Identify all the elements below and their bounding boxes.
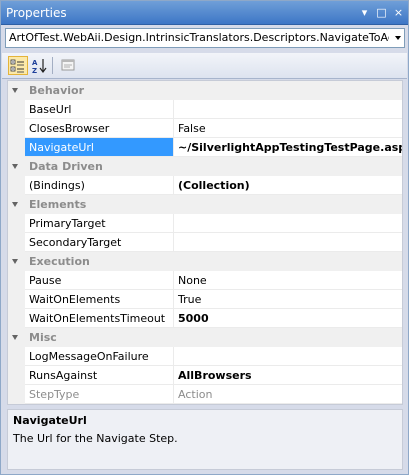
property-grid: Behavior BaseUrl ClosesBrowser False Nav… — [7, 80, 403, 405]
property-name[interactable]: WaitOnElements — [25, 290, 174, 309]
property-pages-icon — [61, 59, 75, 71]
properties-window: Properties ▾ □ × ArtOfTest.WebAii.Design… — [0, 0, 409, 475]
property-name[interactable]: LogMessageOnFailure — [25, 347, 174, 366]
category-label: Behavior — [29, 84, 85, 97]
property-row-bindings[interactable]: (Bindings) (Collection) — [8, 176, 402, 195]
property-value[interactable]: AllBrowsers — [174, 366, 402, 385]
row-gutter — [8, 214, 25, 233]
category-data-driven[interactable]: Data Driven — [8, 157, 402, 176]
close-icon[interactable]: × — [392, 6, 405, 19]
categorized-icon — [10, 59, 24, 73]
property-name-selected[interactable]: NavigateUrl — [25, 138, 174, 157]
property-name[interactable]: WaitOnElementsTimeout — [25, 309, 174, 328]
property-name[interactable]: PrimaryTarget — [25, 214, 174, 233]
property-name[interactable]: StepType — [25, 385, 174, 404]
category-label: Elements — [29, 198, 87, 211]
collapse-triangle-icon[interactable] — [12, 259, 18, 264]
property-row-runsagainst[interactable]: RunsAgainst AllBrowsers — [8, 366, 402, 385]
title-bar[interactable]: Properties ▾ □ × — [1, 1, 408, 25]
category-label: Misc — [29, 331, 57, 344]
property-name[interactable]: Pause — [25, 271, 174, 290]
row-gutter — [8, 347, 25, 366]
property-pages-button[interactable] — [58, 56, 78, 75]
property-name[interactable]: RunsAgainst — [25, 366, 174, 385]
property-row-closesbrowser[interactable]: ClosesBrowser False — [8, 119, 402, 138]
property-value[interactable]: Action — [174, 385, 402, 404]
category-label: Execution — [29, 255, 90, 268]
category-elements[interactable]: Elements — [8, 195, 402, 214]
window-title: Properties — [6, 6, 67, 20]
property-row-logmessageonfailure[interactable]: LogMessageOnFailure — [8, 347, 402, 366]
row-gutter — [8, 119, 25, 138]
property-row-primarytarget[interactable]: PrimaryTarget — [8, 214, 402, 233]
property-value[interactable]: True — [174, 290, 402, 309]
svg-text:A: A — [32, 59, 38, 67]
collapse-triangle-icon[interactable] — [12, 335, 18, 340]
collapse-triangle-icon[interactable] — [12, 164, 18, 169]
description-text: The Url for the Navigate Step. — [13, 432, 178, 445]
category-label: Data Driven — [29, 160, 103, 173]
description-pane: NavigateUrl The Url for the Navigate Ste… — [7, 409, 403, 470]
row-gutter — [8, 233, 25, 252]
property-row-steptype[interactable]: StepType Action — [8, 385, 402, 404]
description-title: NavigateUrl — [13, 414, 87, 427]
property-row-waitonelements[interactable]: WaitOnElements True — [8, 290, 402, 309]
property-value[interactable]: ~/SilverlightAppTestingTestPage.aspx — [174, 138, 402, 157]
object-selector-value: ArtOfTest.WebAii.Design.IntrinsicTransla… — [9, 31, 389, 44]
property-value[interactable]: 5000 — [174, 309, 402, 328]
row-gutter — [8, 366, 25, 385]
property-row-secondarytarget[interactable]: SecondaryTarget — [8, 233, 402, 252]
object-selector-dropdown[interactable]: ArtOfTest.WebAii.Design.IntrinsicTransla… — [5, 28, 405, 48]
property-value[interactable]: False — [174, 119, 402, 138]
alphabetical-icon: A Z — [32, 59, 47, 75]
maximize-icon[interactable]: □ — [375, 6, 388, 19]
collapse-triangle-icon[interactable] — [12, 88, 18, 93]
row-gutter — [8, 138, 25, 157]
property-name[interactable]: BaseUrl — [25, 100, 174, 119]
property-value[interactable]: (Collection) — [174, 176, 402, 195]
property-value[interactable] — [174, 214, 402, 233]
row-gutter — [8, 100, 25, 119]
collapse-triangle-icon[interactable] — [12, 202, 18, 207]
row-gutter — [8, 176, 25, 195]
categorized-button[interactable] — [8, 56, 28, 75]
svg-text:Z: Z — [32, 67, 37, 74]
dropdown-arrow-icon[interactable] — [395, 36, 401, 40]
property-name[interactable]: (Bindings) — [25, 176, 174, 195]
category-misc[interactable]: Misc — [8, 328, 402, 347]
property-name[interactable]: ClosesBrowser — [25, 119, 174, 138]
window-position-dropdown-icon[interactable]: ▾ — [358, 6, 371, 19]
category-execution[interactable]: Execution — [8, 252, 402, 271]
property-row-waitonelementstimeout[interactable]: WaitOnElementsTimeout 5000 — [8, 309, 402, 328]
properties-toolbar: A Z — [2, 53, 407, 79]
toolbar-separator — [52, 57, 53, 74]
property-value[interactable]: None — [174, 271, 402, 290]
property-row-navigateurl[interactable]: NavigateUrl ~/SilverlightAppTestingTestP… — [8, 138, 402, 157]
row-gutter — [8, 385, 25, 404]
property-row-pause[interactable]: Pause None — [8, 271, 402, 290]
row-gutter — [8, 271, 25, 290]
row-gutter — [8, 309, 25, 328]
property-value[interactable] — [174, 347, 402, 366]
property-row-baseurl[interactable]: BaseUrl — [8, 100, 402, 119]
property-value[interactable] — [174, 233, 402, 252]
alphabetical-button[interactable]: A Z — [30, 56, 50, 75]
category-behavior[interactable]: Behavior — [8, 81, 402, 100]
property-value[interactable] — [174, 100, 402, 119]
property-name[interactable]: SecondaryTarget — [25, 233, 174, 252]
row-gutter — [8, 290, 25, 309]
